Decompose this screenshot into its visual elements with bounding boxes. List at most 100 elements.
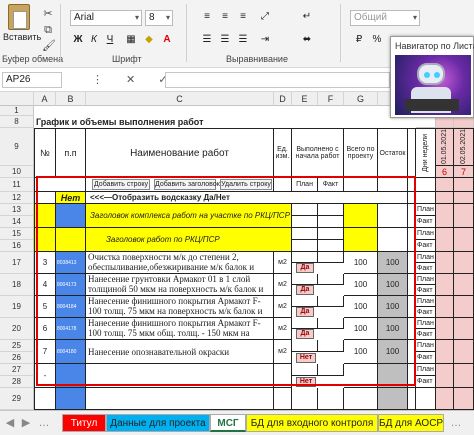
cell[interactable]: [454, 274, 474, 296]
cell[interactable]: [454, 318, 474, 340]
row-header[interactable]: 12: [0, 192, 34, 204]
delete-row-button[interactable]: Удалить строку: [220, 179, 272, 190]
item-toggle-chip[interactable]: Да: [296, 307, 314, 317]
cell[interactable]: [292, 252, 318, 263]
more-tabs-icon[interactable]: …: [38, 417, 50, 429]
cell[interactable]: [34, 192, 56, 204]
currency-icon[interactable]: ₽: [352, 33, 366, 47]
column-header[interactable]: E: [292, 92, 318, 106]
cell[interactable]: [454, 296, 474, 318]
cut-icon[interactable]: ✂: [42, 8, 54, 20]
row-header[interactable]: 15: [0, 228, 34, 240]
item-toggle-chip[interactable]: Да: [296, 263, 314, 273]
cell[interactable]: [378, 178, 408, 192]
item-toggle-chip[interactable]: Да: [296, 285, 314, 295]
item-total[interactable]: 100: [344, 340, 378, 364]
cell[interactable]: [56, 388, 86, 410]
cell[interactable]: [56, 228, 86, 252]
cell[interactable]: [318, 340, 344, 352]
align-middle-icon[interactable]: ≡: [218, 10, 232, 24]
indent-icon[interactable]: ⇥: [258, 33, 272, 47]
fill-color-icon[interactable]: ◆: [142, 33, 156, 47]
row-header[interactable]: 19: [0, 296, 34, 318]
row-header[interactable]: 16: [0, 240, 34, 252]
row-header[interactable]: 17: [0, 252, 34, 274]
column-header[interactable]: B: [56, 92, 86, 106]
cell[interactable]: [56, 204, 86, 228]
cell[interactable]: [436, 204, 454, 228]
cell[interactable]: [318, 296, 344, 307]
underline-button[interactable]: Ч: [104, 33, 116, 47]
tab-incoming-control-db[interactable]: БД для входного контроля: [246, 414, 378, 432]
cell[interactable]: [378, 204, 408, 228]
row-header[interactable]: 20: [0, 318, 34, 340]
cell[interactable]: [454, 228, 474, 252]
cell[interactable]: [408, 274, 416, 296]
row-header[interactable]: 8: [0, 116, 34, 128]
column-header[interactable]: D: [274, 92, 292, 106]
tab-aosr-db[interactable]: БД для АОСР: [378, 414, 444, 432]
item-name[interactable]: Нанесение грунтовки Армакот 01 в 1 слой …: [86, 274, 274, 296]
align-center-icon[interactable]: ☰: [218, 33, 232, 47]
font-size-select[interactable]: 8 ▾: [145, 10, 173, 26]
cell[interactable]: [436, 364, 454, 388]
cell[interactable]: [274, 388, 292, 410]
cell[interactable]: [344, 388, 378, 410]
work-header-row[interactable]: Заголовок работ по РКЦ/ПСР: [86, 228, 292, 252]
cell[interactable]: [408, 364, 416, 388]
cell[interactable]: [292, 364, 318, 376]
column-header[interactable]: C: [86, 92, 274, 106]
cell[interactable]: [454, 204, 474, 228]
cell[interactable]: [436, 274, 454, 296]
cell[interactable]: [34, 178, 86, 192]
scroll-left-icon[interactable]: ◀: [4, 417, 16, 429]
item-toggle-chip[interactable]: Да: [296, 329, 314, 339]
cell[interactable]: [344, 178, 378, 192]
cell[interactable]: [378, 228, 408, 252]
cell[interactable]: [292, 216, 318, 228]
row-header[interactable]: 1: [0, 106, 34, 116]
row-header[interactable]: 14: [0, 216, 34, 228]
row-header[interactable]: 18: [0, 274, 34, 296]
cell[interactable]: [416, 178, 436, 192]
cell[interactable]: [408, 388, 416, 410]
column-header[interactable]: G: [344, 92, 378, 106]
cell[interactable]: [408, 340, 416, 364]
item-total[interactable]: 100: [344, 296, 378, 318]
tab-title[interactable]: Титул: [62, 414, 106, 432]
cell[interactable]: [292, 240, 318, 252]
cell[interactable]: [318, 388, 344, 410]
column-header[interactable]: A: [34, 92, 56, 106]
cell[interactable]: [318, 252, 344, 263]
item-name[interactable]: Нанесение опознавательной окраски: [86, 340, 274, 364]
more-tabs-icon[interactable]: …: [450, 417, 462, 429]
cell[interactable]: [436, 178, 454, 192]
font-name-select[interactable]: Arial ▾: [70, 10, 142, 26]
item-total[interactable]: 100: [344, 318, 378, 340]
cell[interactable]: [408, 228, 416, 252]
cell[interactable]: [292, 296, 318, 307]
cell[interactable]: [408, 204, 416, 228]
cell[interactable]: [408, 296, 416, 318]
cell[interactable]: [292, 318, 318, 329]
row-header[interactable]: 26: [0, 352, 34, 364]
add-header-button[interactable]: Добавить заголовок: [154, 179, 220, 190]
wrap-text-icon[interactable]: ↵: [300, 10, 314, 24]
cell[interactable]: [436, 340, 454, 364]
row-header[interactable]: 29: [0, 388, 34, 410]
cell[interactable]: [408, 318, 416, 340]
cell[interactable]: [344, 228, 378, 252]
name-box[interactable]: AP26: [2, 72, 62, 88]
cell[interactable]: [292, 340, 318, 352]
cell[interactable]: [454, 252, 474, 274]
cell[interactable]: [34, 388, 56, 410]
cell[interactable]: [292, 274, 318, 285]
item-name[interactable]: Нанесение финишного покрытия Армакот F-1…: [86, 296, 274, 318]
row-header[interactable]: 28: [0, 376, 34, 388]
cell[interactable]: [292, 228, 318, 240]
cell[interactable]: [318, 364, 344, 376]
number-format-select[interactable]: Общий ▾: [350, 10, 420, 26]
sheet-navigator-popup[interactable]: Навигатор по Листам: [390, 36, 474, 118]
cell[interactable]: [416, 192, 436, 204]
select-all-corner[interactable]: [0, 92, 34, 106]
